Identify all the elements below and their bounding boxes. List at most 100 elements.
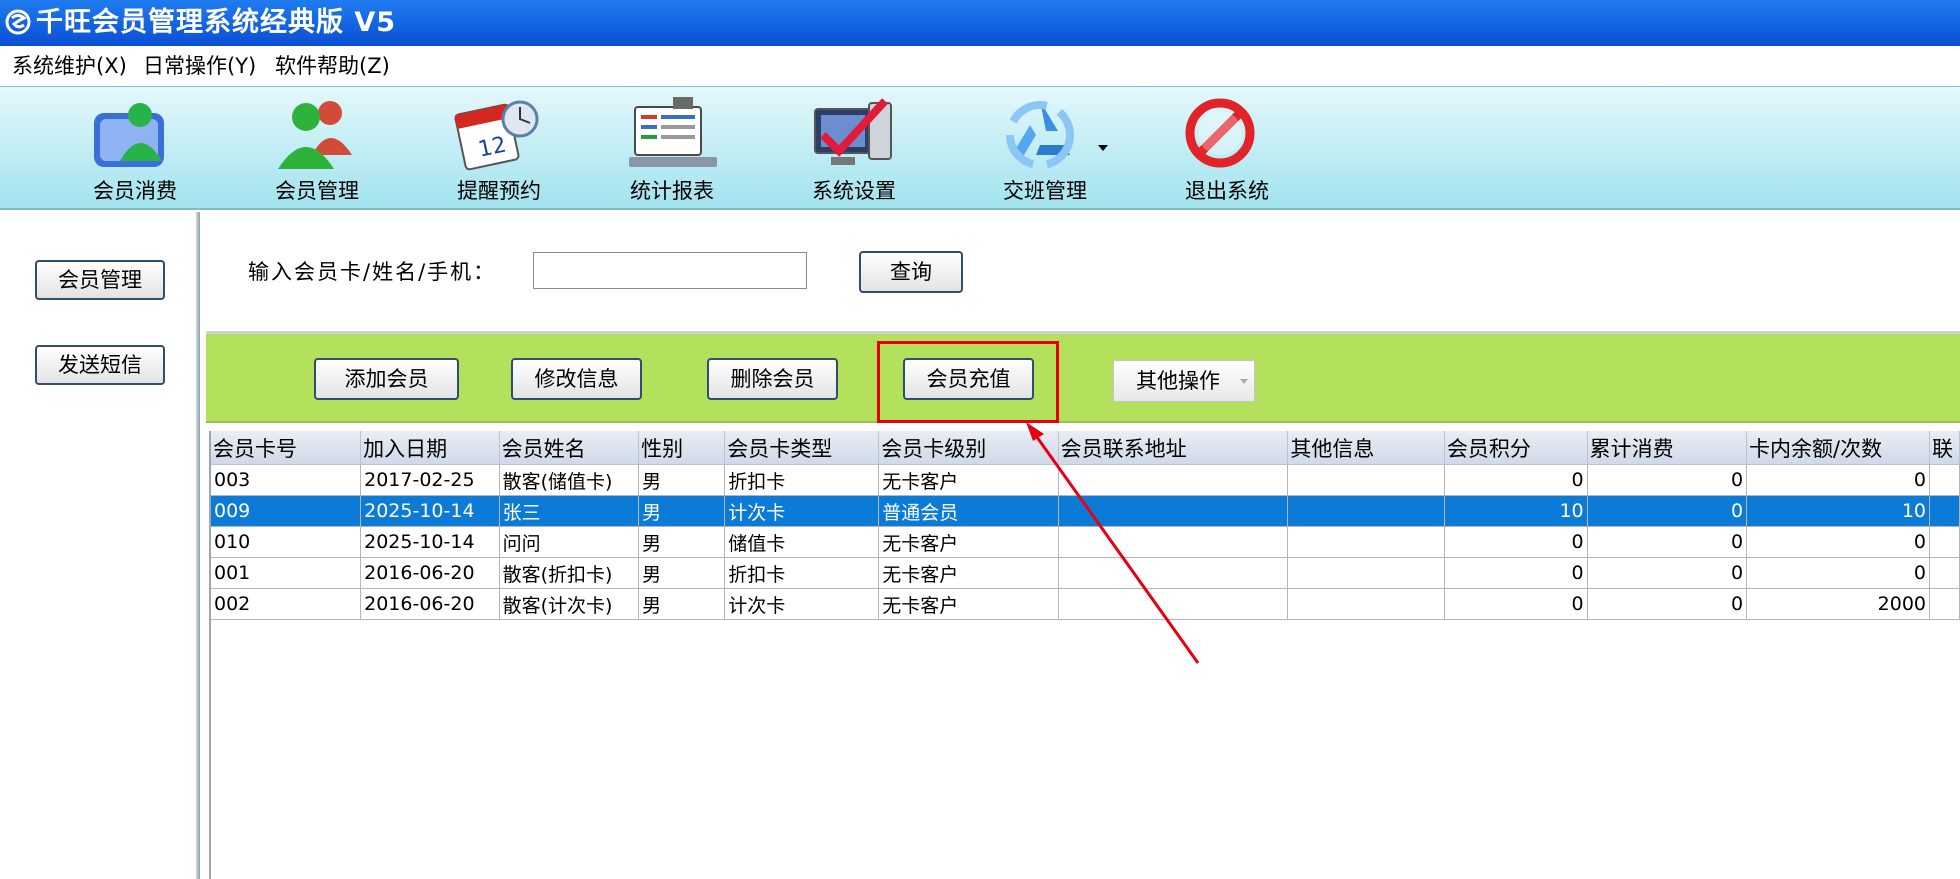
shift-recycle-icon [1006, 101, 1074, 169]
panel-splitter[interactable] [196, 212, 200, 879]
cell-card-level: 无卡客户 [878, 526, 1059, 558]
annotation-highlight-box [877, 341, 1059, 423]
cell-contact [1929, 464, 1960, 496]
cell-other-info [1287, 588, 1445, 620]
cell-gender: 男 [638, 495, 726, 527]
toolbar-member-consume[interactable]: 会员消费 [60, 87, 210, 209]
toolbar-label: 统计报表 [630, 179, 714, 203]
toolbar-report[interactable]: 统计报表 [597, 87, 747, 209]
cell-gender: 男 [638, 464, 726, 496]
cell-address [1058, 588, 1289, 620]
reminder-calendar-icon: 12 [454, 100, 539, 171]
table-row[interactable]: 003 2017-02-25 散客(储值卡) 男 折扣卡 无卡客户 0 0 0 [211, 464, 1960, 496]
shift-dropdown-caret-icon[interactable] [1098, 145, 1108, 151]
table-row[interactable]: 002 2016-06-20 散客(计次卡) 男 计次卡 无卡客户 0 0 20… [211, 588, 1960, 620]
cell-contact [1929, 557, 1960, 589]
table-header-row: 会员卡号 加入日期 会员姓名 性别 会员卡类型 会员卡级别 会员联系地址 其他信… [211, 431, 1960, 465]
search-label: 输入会员卡/姓名/手机： [248, 260, 497, 284]
cell-total-spent: 0 [1587, 526, 1748, 558]
sidebar-send-sms-button[interactable]: 发送短信 [35, 345, 165, 385]
cell-gender: 男 [638, 557, 726, 589]
toolbar-label: 提醒预约 [457, 179, 541, 203]
column-header[interactable]: 其他信息 [1287, 431, 1445, 465]
sidebar-member-manage-button[interactable]: 会员管理 [35, 260, 165, 300]
other-operations-dropdown[interactable]: 其他操作 [1113, 360, 1255, 402]
column-header[interactable]: 联 [1929, 431, 1960, 465]
column-header[interactable]: 会员联系地址 [1058, 431, 1289, 465]
cell-card-level: 普通会员 [878, 495, 1059, 527]
report-icon [629, 97, 717, 167]
toolbar-label: 会员管理 [275, 179, 359, 203]
column-header[interactable]: 会员姓名 [499, 431, 640, 465]
cell-card-level: 无卡客户 [878, 557, 1059, 589]
other-operations-label: 其他操作 [1136, 369, 1220, 393]
add-member-button[interactable]: 添加会员 [314, 358, 459, 400]
cell-points: 0 [1444, 557, 1588, 589]
cell-balance: 10 [1746, 495, 1931, 527]
cell-balance: 0 [1746, 464, 1931, 496]
menu-software-help[interactable]: 软件帮助(Z) [275, 54, 390, 78]
cell-contact [1929, 495, 1960, 527]
column-header[interactable]: 加入日期 [360, 431, 500, 465]
cell-name: 散客(计次卡) [499, 588, 640, 620]
table-row[interactable]: 001 2016-06-20 散客(折扣卡) 男 折扣卡 无卡客户 0 0 0 [211, 557, 1960, 589]
column-header[interactable]: 会员积分 [1444, 431, 1588, 465]
left-panel: 会员管理 发送短信 [0, 212, 200, 879]
cell-balance: 0 [1746, 526, 1931, 558]
column-header[interactable]: 会员卡级别 [878, 431, 1059, 465]
toolbar-settings[interactable]: 系统设置 [779, 87, 929, 209]
edit-info-button[interactable]: 修改信息 [511, 358, 642, 400]
toolbar-label: 退出系统 [1185, 179, 1269, 203]
table-row-selected[interactable]: 009 2025-10-14 张三 男 计次卡 普通会员 10 0 10 [211, 495, 1960, 527]
cell-other-info [1287, 495, 1445, 527]
cell-name: 散客(储值卡) [499, 464, 640, 496]
menu-system-maintenance[interactable]: 系统维护(X) [12, 54, 127, 78]
cell-total-spent: 0 [1587, 557, 1748, 589]
cell-card-type: 储值卡 [724, 526, 880, 558]
settings-icon [814, 98, 892, 165]
toolbar-member-manage[interactable]: 会员管理 [242, 87, 392, 209]
cell-other-info [1287, 557, 1445, 589]
cell-address [1058, 557, 1289, 589]
column-header[interactable]: 累计消费 [1587, 431, 1748, 465]
cell-balance: 0 [1746, 557, 1931, 589]
delete-member-button[interactable]: 删除会员 [707, 358, 838, 400]
cell-points: 0 [1444, 588, 1588, 620]
member-manage-icon [278, 101, 352, 169]
cell-card-type: 折扣卡 [724, 464, 880, 496]
cell-card-type: 计次卡 [724, 588, 880, 620]
toolbar-exit[interactable]: 退出系统 [1152, 87, 1302, 209]
cell-points: 0 [1444, 464, 1588, 496]
cell-gender: 男 [638, 588, 726, 620]
app-logo-icon [5, 9, 31, 35]
column-header[interactable]: 会员卡号 [211, 431, 362, 465]
toolbar-reminder[interactable]: 12 提醒预约 [424, 87, 574, 209]
search-input[interactable] [533, 252, 807, 289]
menu-bar: 系统维护(X) 日常操作(Y) 软件帮助(Z) [0, 46, 1960, 86]
menu-daily-operations[interactable]: 日常操作(Y) [143, 54, 256, 78]
cell-points: 0 [1444, 526, 1588, 558]
column-header[interactable]: 会员卡类型 [724, 431, 880, 465]
cell-address [1058, 464, 1289, 496]
table-row[interactable]: 010 2025-10-14 问问 男 储值卡 无卡客户 0 0 0 [211, 526, 1960, 558]
cell-total-spent: 0 [1587, 495, 1748, 527]
column-header[interactable]: 性别 [638, 431, 726, 465]
cell-card-no: 003 [211, 464, 362, 496]
main-toolbar: 会员消费 会员管理 12 提醒预约 统计报表 系统设置 交班管理 退出系统 [0, 86, 1960, 210]
cell-gender: 男 [638, 526, 726, 558]
cell-join-date: 2016-06-20 [360, 588, 500, 620]
column-header[interactable]: 卡内余额/次数 [1746, 431, 1931, 465]
cell-total-spent: 0 [1587, 588, 1748, 620]
cell-card-level: 无卡客户 [878, 588, 1059, 620]
cell-card-level: 无卡客户 [878, 464, 1059, 496]
cell-card-no: 010 [211, 526, 362, 558]
cell-other-info [1287, 526, 1445, 558]
cell-points: 10 [1444, 495, 1588, 527]
cell-total-spent: 0 [1587, 464, 1748, 496]
cell-name: 张三 [499, 495, 640, 527]
cell-other-info [1287, 464, 1445, 496]
query-button[interactable]: 查询 [859, 251, 963, 293]
cell-join-date: 2017-02-25 [360, 464, 500, 496]
toolbar-label: 会员消费 [93, 179, 177, 203]
cell-card-type: 计次卡 [724, 495, 880, 527]
